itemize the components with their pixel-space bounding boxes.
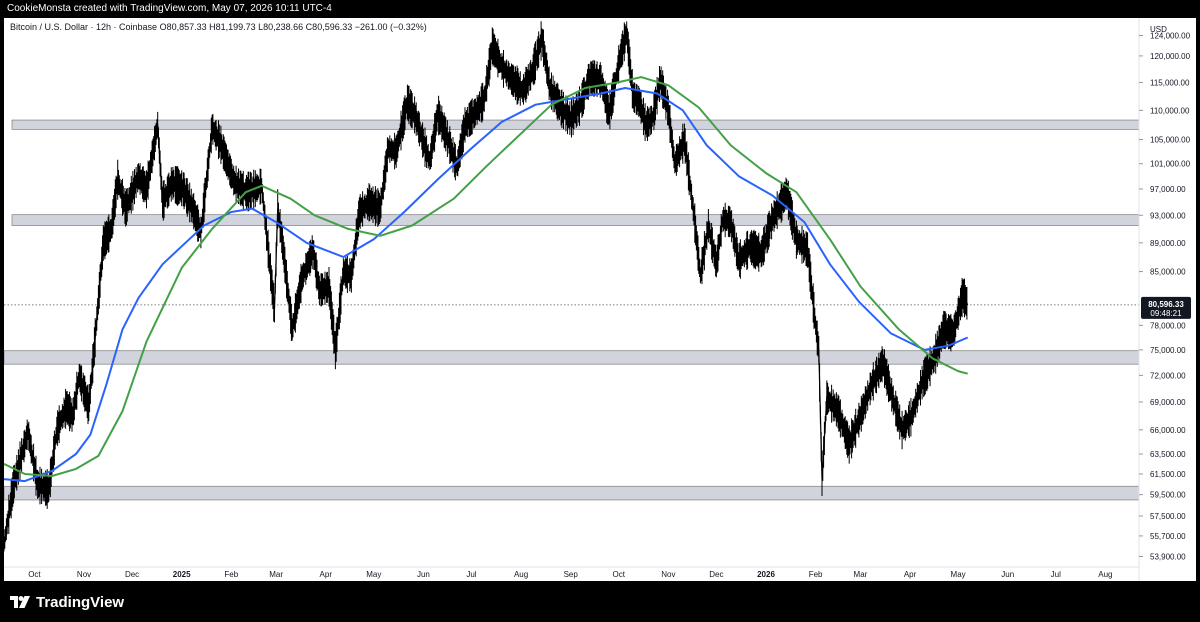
y-tick-label: 59,500.00 xyxy=(1150,491,1186,500)
y-tick-label: 124,000.00 xyxy=(1150,31,1191,40)
zone-2[interactable] xyxy=(3,350,1140,365)
x-tick-label: May xyxy=(951,570,966,579)
x-tick-label: Jul xyxy=(466,570,476,579)
x-tick-label: Aug xyxy=(1098,570,1112,579)
last-price-badge: 80,596.33 09:48:21 xyxy=(1141,296,1191,319)
y-tick-label: 115,000.00 xyxy=(1150,79,1190,88)
y-tick-label: 61,500.00 xyxy=(1150,470,1186,479)
chart-frame: CookieMonsta created with TradingView.co… xyxy=(0,0,1200,622)
y-tick-label: 78,000.00 xyxy=(1150,321,1186,330)
y-tick-label: 75,000.00 xyxy=(1150,346,1186,355)
price-chart[interactable]: Bitcoin / U.S. Dollar · 12h · Coinbase O… xyxy=(3,18,1196,581)
y-tick-label: 57,500.00 xyxy=(1150,512,1186,521)
x-tick-label: Dec xyxy=(125,570,139,579)
x-tick-label: Nov xyxy=(77,570,91,579)
x-tick-label: Apr xyxy=(320,570,333,579)
last-price-value: 80,596.33 xyxy=(1148,300,1184,309)
x-tick-label: Oct xyxy=(612,570,625,579)
x-tick-label: Feb xyxy=(224,570,238,579)
footer: TradingView xyxy=(0,582,1200,622)
tradingview-logo-icon xyxy=(10,596,30,608)
x-tick-label: 2026 xyxy=(757,570,775,579)
bar-countdown: 09:48:21 xyxy=(1150,309,1182,318)
y-tick-label: 53,900.00 xyxy=(1150,552,1186,561)
x-tick-label: Jul xyxy=(1051,570,1061,579)
y-tick-label: 110,000.00 xyxy=(1150,106,1190,115)
x-tick-label: Mar xyxy=(854,570,868,579)
y-tick-label: 120,000.00 xyxy=(1150,52,1191,61)
tradingview-wordmark: TradingView xyxy=(36,593,125,611)
zone-3[interactable] xyxy=(3,485,1140,501)
x-tick-label: Feb xyxy=(809,570,823,579)
y-tick-label: 66,000.00 xyxy=(1150,426,1186,435)
y-tick-label: 105,000.00 xyxy=(1150,135,1191,144)
y-tick-label: 69,000.00 xyxy=(1150,398,1186,407)
x-tick-label: Oct xyxy=(28,570,41,579)
x-tick-label: Aug xyxy=(514,570,528,579)
y-tick-label: 89,000.00 xyxy=(1150,239,1186,248)
tradingview-brand[interactable]: TradingView xyxy=(10,594,124,611)
x-tick-label: May xyxy=(366,570,381,579)
y-tick-label: 72,000.00 xyxy=(1150,371,1186,380)
y-tick-label: 55,700.00 xyxy=(1150,532,1186,541)
chart-canvas[interactable]: Bitcoin / U.S. Dollar · 12h · Coinbase O… xyxy=(3,18,1196,581)
x-tick-label: Nov xyxy=(661,570,675,579)
x-tick-label: Sep xyxy=(564,570,579,579)
x-tick-label: Apr xyxy=(904,570,917,579)
symbol-ohlc-legend: Bitcoin / U.S. Dollar · 12h · Coinbase O… xyxy=(10,22,427,32)
author-caption: CookieMonsta created with TradingView.co… xyxy=(7,3,332,14)
x-tick-label: Dec xyxy=(709,570,723,579)
y-tick-label: 63,500.00 xyxy=(1150,450,1186,459)
x-tick-label: Jun xyxy=(1001,570,1014,579)
y-tick-label: 93,000.00 xyxy=(1150,211,1186,220)
x-tick-label: Mar xyxy=(269,570,283,579)
x-tick-label: Jun xyxy=(417,570,430,579)
y-tick-label: 85,000.00 xyxy=(1150,268,1186,277)
y-tick-label: 101,000.00 xyxy=(1150,160,1191,169)
y-tick-label: 97,000.00 xyxy=(1150,185,1186,194)
zone-1[interactable] xyxy=(11,214,1140,226)
x-tick-label: 2025 xyxy=(173,570,191,579)
